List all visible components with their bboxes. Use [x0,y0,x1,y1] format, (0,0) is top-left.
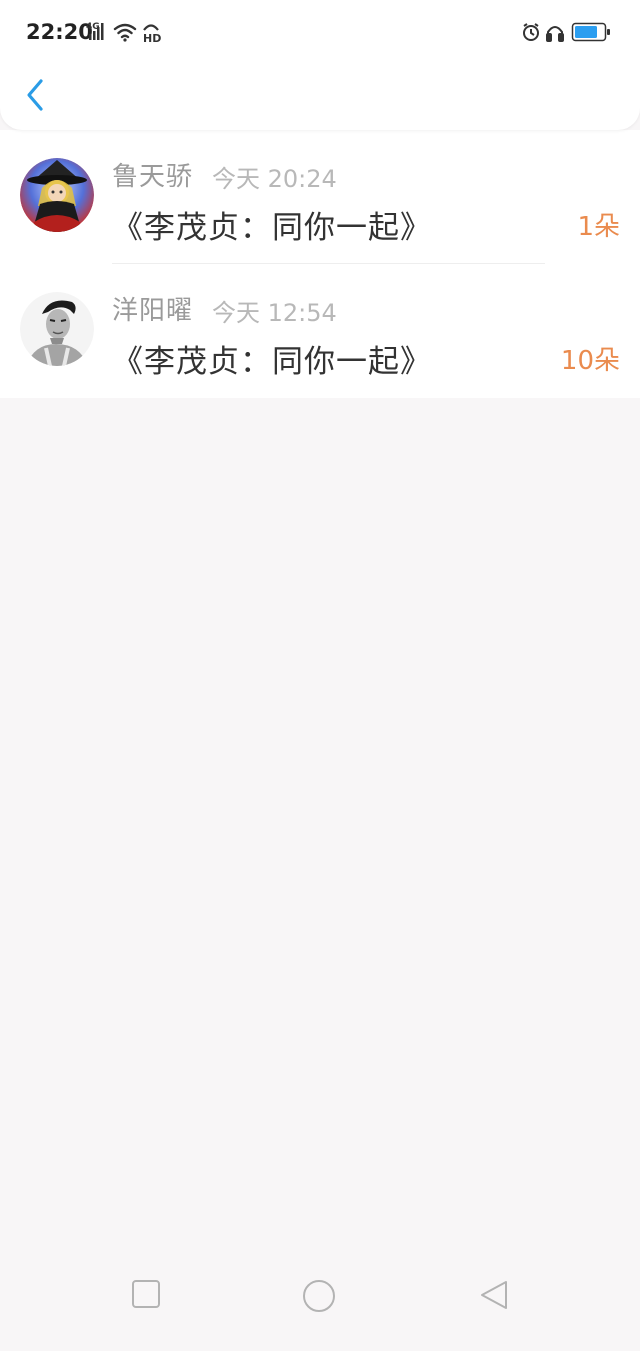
header: 22:20 4G HD [0,0,640,130]
hd-label: HD [143,32,161,44]
work-title: 《李茂贞：同你一起》 [112,344,432,380]
avatar[interactable] [20,158,94,232]
chevron-left-icon [27,79,43,111]
system-nav-bar [0,1261,640,1351]
status-time: 22:20 [26,20,93,44]
alarm-icon [523,23,539,41]
battery-icon [571,22,610,42]
hd-icon: HD [143,24,161,44]
sender-name: 洋阳曜 [112,296,194,326]
flower-list: 鲁天骄 今天 20:24 《李茂贞：同你一起》 1朵 洋阳曜 今天 12:54 … [0,130,640,398]
send-time: 今天 12:54 [212,299,337,327]
back-button[interactable] [18,76,52,114]
square-icon[interactable] [131,1279,161,1309]
send-time: 今天 20:24 [212,165,337,193]
triangle-back-icon[interactable] [478,1279,510,1311]
circle-icon[interactable] [302,1279,336,1313]
flower-count: 1朵 [577,212,620,242]
flower-count: 10朵 [560,346,620,376]
list-item[interactable]: 洋阳曜 今天 12:54 《李茂贞：同你一起》 10朵 [0,264,640,398]
signal-wifi-icons: 4G HD [86,22,161,44]
list-item[interactable]: 鲁天骄 今天 20:24 《李茂贞：同你一起》 1朵 [0,130,640,264]
headphones-icon [546,26,564,42]
status-right-icons [523,22,610,42]
avatar[interactable] [20,292,94,366]
sender-name: 鲁天骄 [112,162,194,192]
wifi-icon [113,23,137,42]
work-title: 《李茂贞：同你一起》 [112,210,432,246]
